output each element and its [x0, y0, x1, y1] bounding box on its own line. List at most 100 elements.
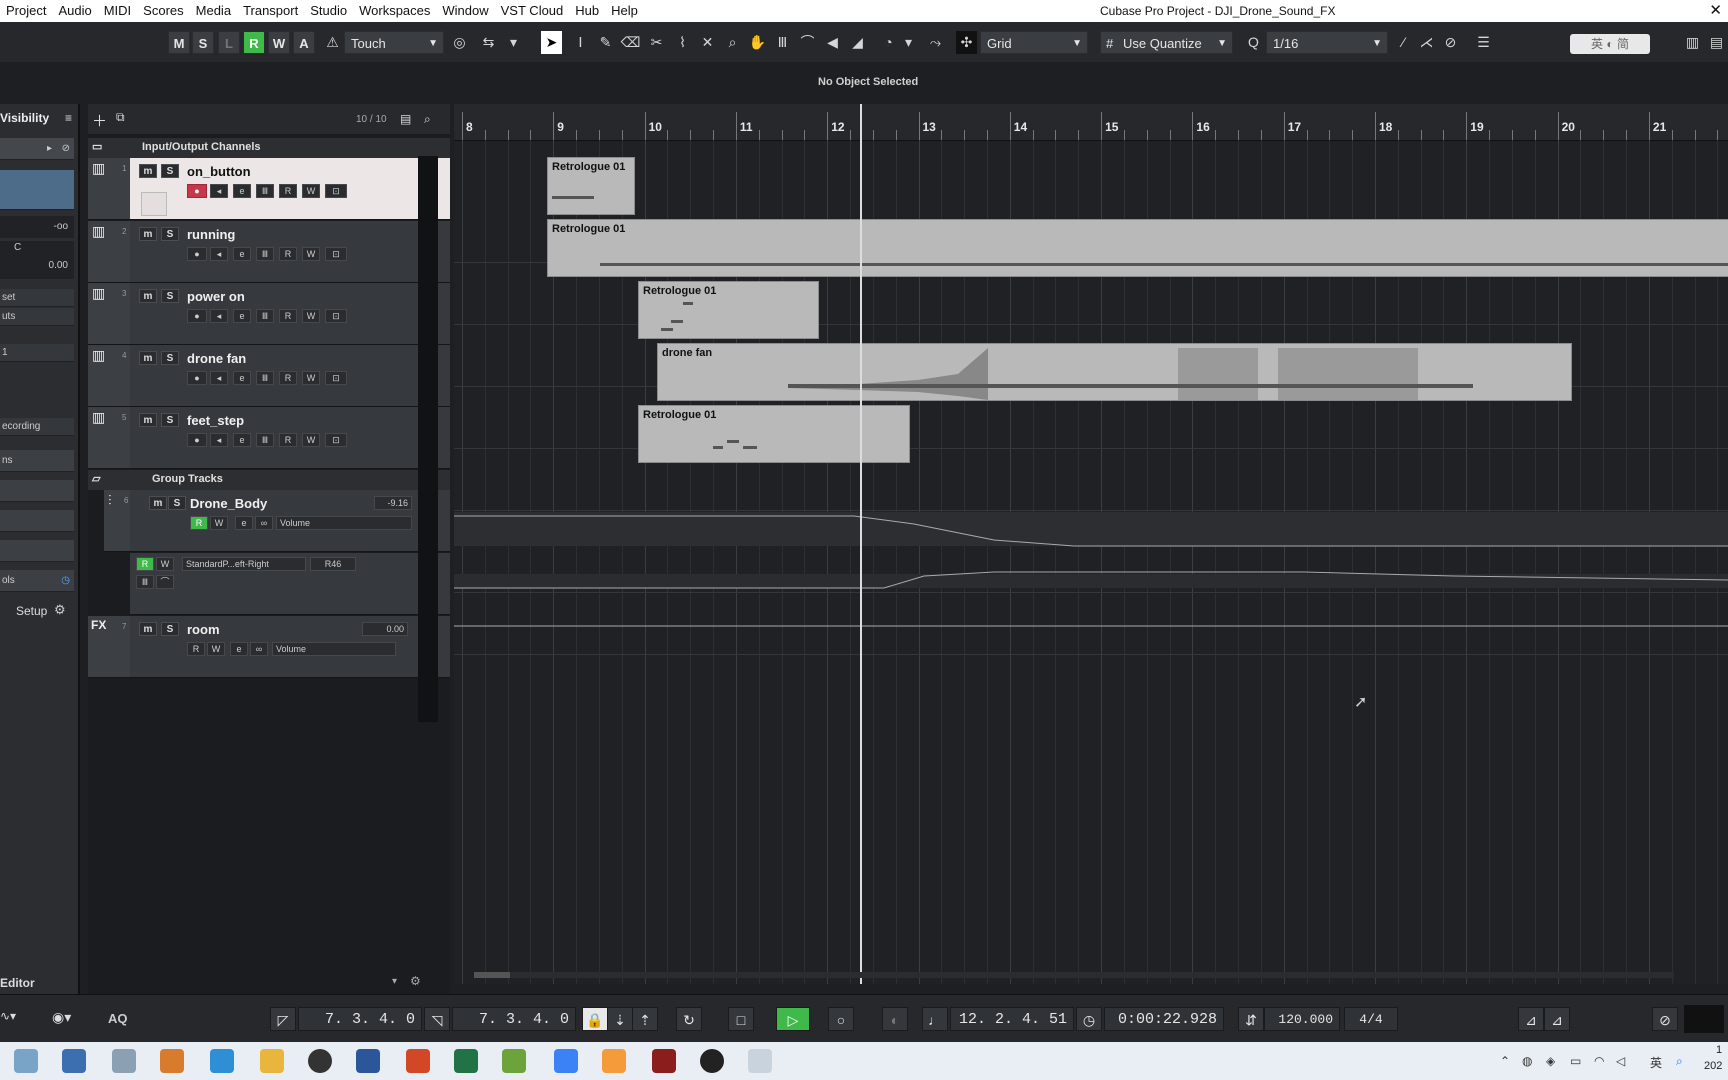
inspector-channel-row[interactable]: 1 [0, 344, 74, 362]
app-icon[interactable] [160, 1049, 184, 1073]
app-icon[interactable] [602, 1049, 626, 1073]
instrument-edit-button[interactable]: Ⅲ [256, 247, 274, 261]
menu-midi[interactable]: MIDI [98, 0, 137, 22]
edit-channel-button[interactable]: e [233, 371, 251, 385]
instrument-edit-button[interactable]: Ⅲ [256, 184, 274, 198]
instrument-edit-button[interactable]: Ⅲ [256, 309, 274, 323]
quantize-mode-select[interactable]: # Use Quantize ▼ [1100, 31, 1233, 54]
snap-type-select[interactable]: Grid ▼ [980, 31, 1088, 54]
track-name[interactable]: room [187, 622, 220, 637]
record-enable-button[interactable]: ● [187, 247, 207, 261]
time-signature-field[interactable]: 4/4 [1344, 1007, 1398, 1031]
app-icon[interactable] [210, 1049, 234, 1073]
edit-channel-button[interactable]: e [233, 309, 251, 323]
inspector-outputs-row[interactable]: uts [0, 308, 74, 326]
toolbar-options-icon[interactable]: ☰ [1473, 31, 1494, 54]
read-automation-button[interactable]: R [243, 31, 265, 54]
shield-icon[interactable]: ◈ [1546, 1054, 1555, 1068]
punch-out-icon[interactable]: ⇡ [632, 1007, 658, 1031]
solo-button[interactable]: S [161, 164, 179, 178]
folder-input-output[interactable]: ▭ Input/Output Channels [88, 138, 450, 158]
write-button[interactable]: W [302, 433, 320, 447]
automation-param-select[interactable]: Volume [272, 642, 396, 656]
automation-lane[interactable]: R W StandardP...eft-Right R46 Ⅲ ⌒ [130, 553, 450, 615]
record-icon[interactable]: ○ [828, 1007, 854, 1031]
tray-icon[interactable]: ◍ [1522, 1054, 1532, 1068]
ime-icon[interactable]: 英 [1650, 1054, 1662, 1071]
menu-help[interactable]: Help [605, 0, 644, 22]
track-name[interactable]: Drone_Body [190, 496, 267, 511]
monitor-button[interactable]: ◂ [210, 433, 228, 447]
quantize-settings-icon[interactable]: ⁄ [1393, 31, 1414, 54]
instrument-edit-button[interactable]: Ⅲ [256, 433, 274, 447]
constrain-delay-icon[interactable]: ⇆ [478, 31, 499, 54]
menu-studio[interactable]: Studio [304, 0, 353, 22]
mute-automation-button[interactable]: Ⅲ [136, 575, 154, 589]
project-cursor[interactable] [860, 104, 862, 984]
menu-audio[interactable]: Audio [52, 0, 97, 22]
wifi-icon[interactable]: ◠ [1594, 1054, 1604, 1068]
search-icon[interactable]: ⌕ [424, 112, 431, 127]
monitor-button[interactable]: ◂ [210, 309, 228, 323]
record-enable-button[interactable]: ● [187, 309, 207, 323]
left-locator-field[interactable]: 7. 3. 4. 0 [298, 1007, 422, 1031]
menu-project[interactable]: Project [0, 0, 52, 22]
aq-button[interactable]: AQ [108, 1011, 128, 1026]
file-explorer-icon[interactable] [260, 1049, 284, 1073]
horizontal-scrollbar[interactable] [474, 972, 1674, 978]
tempo-track-icon[interactable]: ⇵ [1238, 1007, 1264, 1031]
precount-icon[interactable]: ⊿ [1544, 1007, 1570, 1031]
primary-time-display[interactable]: 12. 2. 4. 51 [950, 1007, 1074, 1031]
automation-mode-select[interactable]: Touch ▼ [344, 31, 444, 54]
lanes-button[interactable]: ⊡ [325, 309, 347, 323]
range-tool-icon[interactable]: Ⅰ [570, 31, 591, 54]
play-icon[interactable]: ▷ [776, 1007, 810, 1031]
inspector-track-row[interactable]: ▸ ⊘ [0, 138, 74, 160]
edit-channel-button[interactable]: e [233, 247, 251, 261]
track-name[interactable]: power on [187, 289, 245, 304]
track-feet-step[interactable]: ▥ 5 m S feet_step ● ◂ e Ⅲ R W ⊡ [88, 407, 450, 469]
network-icon[interactable]: ▭ [1570, 1054, 1581, 1068]
mute-button[interactable]: m [139, 351, 157, 365]
hand-tool-icon[interactable]: ✋ [747, 31, 768, 54]
solo-button[interactable]: S [161, 289, 179, 303]
task-view-icon[interactable] [14, 1049, 38, 1073]
lanes-button[interactable]: ⊡ [325, 184, 347, 198]
solo-button[interactable]: S [161, 413, 179, 427]
color-tool-icon[interactable]: ◢ [847, 31, 868, 54]
record-enable-button[interactable]: ● [187, 184, 207, 198]
track-name[interactable]: on_button [187, 164, 251, 179]
mute-button[interactable]: m [139, 413, 157, 427]
editor-label[interactable]: Editor [0, 976, 35, 990]
voicemeeter-icon[interactable] [652, 1049, 676, 1073]
inspector-section-2[interactable] [0, 480, 74, 502]
mute-button[interactable]: m [139, 289, 157, 303]
audition-button[interactable]: A [293, 31, 315, 54]
listen-state-button[interactable]: L [218, 31, 240, 54]
zoom-tool-icon[interactable]: ⌕ [722, 31, 743, 54]
snap-on-off-icon[interactable]: ⤳ [925, 31, 946, 54]
read-button[interactable]: R [279, 184, 297, 198]
write-button[interactable]: W [302, 247, 320, 261]
tempo-field[interactable]: 120.000 [1264, 1007, 1340, 1031]
automation-lane-value[interactable]: R46 [310, 557, 356, 571]
quantize-icon[interactable]: Q [1243, 31, 1264, 54]
clock-icon[interactable]: ◷ [1076, 1007, 1102, 1031]
glue-tool-icon[interactable]: ⌇ [672, 31, 693, 54]
comp-tool-icon[interactable]: Ⅲ [772, 31, 793, 54]
read-button[interactable]: R [279, 433, 297, 447]
snap-type-icon[interactable]: ✣ [956, 31, 977, 54]
event-display[interactable]: 8 9 10 11 12 13 14 15 16 17 18 19 20 21 Retrologue 01… [454, 104, 1728, 984]
snap-icon[interactable]: ◔ [878, 31, 899, 54]
track-name[interactable]: running [187, 227, 235, 242]
solo-button[interactable]: S [161, 227, 179, 241]
track-room[interactable]: FX 7 m S room 0.00 R W e ∞ Volume [88, 616, 450, 678]
auto-punch-icon[interactable]: ◐ [882, 1007, 908, 1031]
volume-icon[interactable]: ◁ [1616, 1054, 1625, 1068]
track-drone-fan[interactable]: ▥ 4 m S drone fan ● ◂ e Ⅲ R W ⊡ [88, 345, 450, 407]
timewarp-tool-icon[interactable]: ⌒ [797, 31, 818, 54]
edit-channel-button[interactable]: e [233, 433, 251, 447]
iterative-quantize-icon[interactable]: ⋌ [1416, 31, 1437, 54]
read-button[interactable]: R [187, 642, 205, 656]
punch-in-icon[interactable]: ⇣ [607, 1007, 633, 1031]
